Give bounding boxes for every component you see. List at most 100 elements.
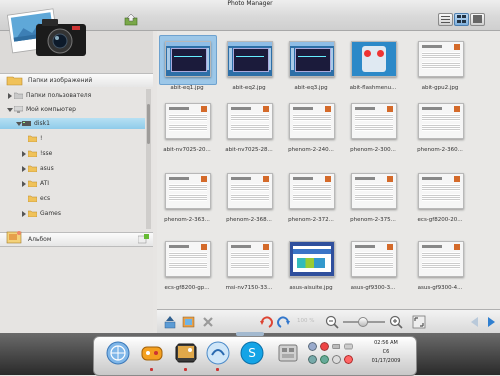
tree-item-folder[interactable]: Games <box>0 208 145 219</box>
thumbnail-item[interactable]: phenom-2-360... <box>412 97 468 157</box>
volume-icon[interactable] <box>320 342 329 351</box>
image-thumbnail[interactable] <box>165 103 211 139</box>
bluetooth-icon[interactable] <box>308 355 317 364</box>
thumbnail-item[interactable]: phenom-2-300... <box>345 97 401 157</box>
network-icon[interactable] <box>308 342 317 351</box>
expand-arrow-icon[interactable] <box>22 211 26 217</box>
image-thumbnail[interactable] <box>351 41 397 77</box>
thumbnail-item[interactable]: abit-nv7025-28... <box>221 97 277 157</box>
previous-arrow-icon[interactable] <box>468 315 482 329</box>
thumbnail-item[interactable]: abit-flashmenu... <box>345 35 401 95</box>
game-icon[interactable] <box>140 341 164 365</box>
thumbnail-item[interactable]: abit-eq3.jpg <box>283 35 339 95</box>
tree-item-folder[interactable]: !sse <box>0 148 145 159</box>
album-icon <box>6 231 22 244</box>
webcam-icon[interactable] <box>332 355 341 364</box>
image-thumbnail[interactable] <box>351 241 397 277</box>
next-arrow-icon[interactable] <box>484 315 498 329</box>
thumbnail-item[interactable]: phenom-2-363... <box>159 167 215 227</box>
thumbnail-item[interactable]: phenom-2-240... <box>283 97 339 157</box>
thumbnail-caption: phenom-2-368... <box>226 217 272 223</box>
rotate-right-icon[interactable] <box>277 315 291 329</box>
zoom-out-icon[interactable] <box>325 315 339 329</box>
thumbnail-item[interactable]: phenom-2-375... <box>345 167 401 227</box>
image-thumbnail[interactable] <box>418 41 464 77</box>
thumbnail-item[interactable]: phenom-2-372... <box>283 167 339 227</box>
power-icon[interactable] <box>344 355 353 364</box>
thumbnail-caption: abit-nv7025-28... <box>225 147 273 153</box>
zoom-in-icon[interactable] <box>389 315 403 329</box>
tree-item-my-computer[interactable]: Мой компьютер <box>0 104 145 115</box>
image-thumbnail[interactable] <box>289 241 335 277</box>
image-thumbnail[interactable] <box>165 173 211 209</box>
thumbnail-item[interactable]: asus-aisuite.jpg <box>283 235 339 295</box>
rotate-left-icon[interactable] <box>259 315 273 329</box>
scrollbar-thumb[interactable] <box>147 104 150 144</box>
skype-icon[interactable]: S <box>240 341 264 365</box>
image-thumbnail[interactable] <box>418 241 464 277</box>
image-thumbnail[interactable] <box>227 173 273 209</box>
settings-icon[interactable] <box>276 341 300 365</box>
thumbnail-item[interactable]: abit-eq1.jpg <box>159 35 217 95</box>
upload-icon[interactable] <box>163 315 177 329</box>
image-thumbnail[interactable] <box>289 173 335 209</box>
image-thumbnail[interactable] <box>418 173 464 209</box>
tree-item-folder[interactable]: ! <box>0 133 145 144</box>
thumbnail-item[interactable]: ecs-gf8200-gp... <box>159 235 215 295</box>
thumbnail-item[interactable]: phenom-2-368... <box>221 167 277 227</box>
image-thumbnail[interactable] <box>165 241 211 277</box>
expand-arrow-icon[interactable] <box>22 166 26 172</box>
tree-item-folder[interactable]: ecs <box>0 193 145 204</box>
list-view-button[interactable] <box>438 13 453 26</box>
tree-item-disk1[interactable]: disk1 <box>0 118 145 129</box>
image-thumbnail[interactable] <box>227 241 273 277</box>
tree-item-folder[interactable]: asus <box>0 163 145 174</box>
folder-icon <box>28 210 37 217</box>
image-thumbnail[interactable] <box>289 103 335 139</box>
album-label: Альбом <box>28 236 52 243</box>
thumbnail-item[interactable]: ecs-gf8200-20... <box>412 167 468 227</box>
thumbnail-item[interactable]: asus-gf9300-3... <box>345 235 401 295</box>
battery-icon[interactable] <box>332 342 341 351</box>
large-thumbnail-view-button[interactable] <box>470 13 485 26</box>
camera-logo-icon <box>6 8 86 56</box>
tree-item-label: ! <box>40 135 43 142</box>
collapse-arrow-icon[interactable] <box>7 108 13 112</box>
photo-manager-icon[interactable] <box>174 341 198 365</box>
expand-arrow-icon[interactable] <box>22 151 26 157</box>
expand-arrow-icon[interactable] <box>8 93 12 99</box>
image-thumbnail[interactable] <box>227 41 273 77</box>
sidebar-scrollbar[interactable] <box>146 89 151 229</box>
thumbnail-item[interactable]: abit-gpu2.jpg <box>412 35 468 95</box>
wifi-icon[interactable] <box>320 355 329 364</box>
expand-arrow-icon[interactable] <box>22 181 26 187</box>
image-thumbnail[interactable] <box>289 41 335 77</box>
thumbnail-item[interactable]: abit-eq2.jpg <box>221 35 277 95</box>
delete-icon[interactable] <box>201 315 215 329</box>
image-thumbnail[interactable] <box>165 41 211 77</box>
album-header[interactable]: Альбом <box>0 231 153 247</box>
thumbnail-caption: phenom-2-240... <box>288 147 334 153</box>
browser-icon[interactable] <box>106 341 130 365</box>
fit-to-window-icon[interactable] <box>412 315 426 329</box>
folder-icon <box>6 76 23 86</box>
thumbnail-view-button[interactable] <box>454 13 469 26</box>
keyboard-icon[interactable] <box>344 342 353 351</box>
tree-item-folder[interactable]: ATI <box>0 178 145 189</box>
image-folders-header[interactable]: Папки изображений <box>0 73 153 88</box>
add-album-icon[interactable] <box>138 234 149 244</box>
thumbnail-item[interactable]: abit-nv7025-20... <box>159 97 215 157</box>
image-thumbnail[interactable] <box>351 173 397 209</box>
thumbnail-item[interactable]: asus-gf9300-4... <box>412 235 468 295</box>
thumbnail-item[interactable]: msi-nv7150-33... <box>221 235 277 295</box>
image-thumbnail[interactable] <box>351 103 397 139</box>
tree-item-label: disk1 <box>34 120 50 127</box>
import-arrow-icon[interactable] <box>124 13 138 26</box>
zoom-slider-handle[interactable] <box>358 317 368 327</box>
image-thumbnail[interactable] <box>227 103 273 139</box>
edit-image-icon[interactable] <box>182 315 196 329</box>
photo-manager-window: Photo Manager Папки изображений Папки по… <box>0 0 500 376</box>
image-thumbnail[interactable] <box>418 103 464 139</box>
tree-item-user-folders[interactable]: Папки пользователя <box>0 90 145 101</box>
connection-icon[interactable] <box>206 341 230 365</box>
